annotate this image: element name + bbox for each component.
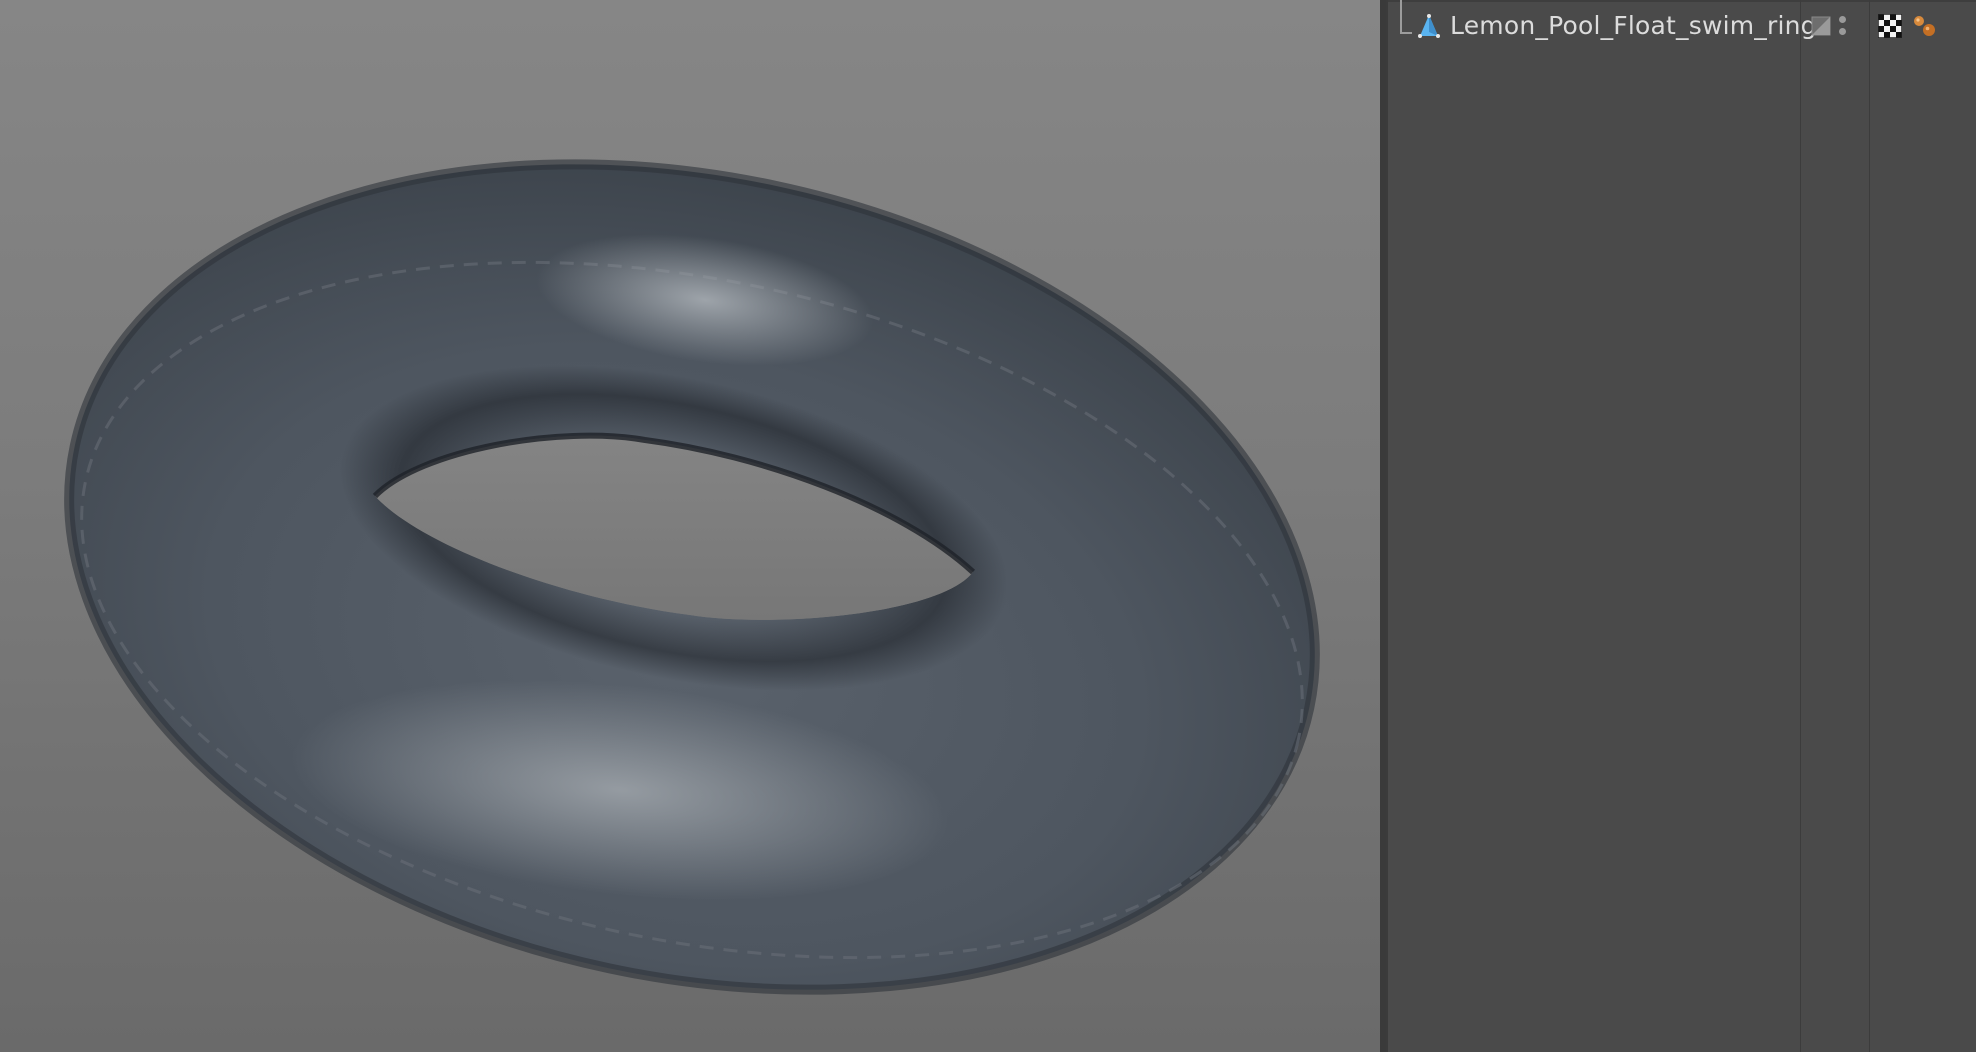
editor-visibility-dot[interactable] [1839, 16, 1846, 23]
object-manager-panel: Lemon_Pool_Float_swim_ring [1386, 0, 1976, 1052]
column-separator-layer[interactable] [1800, 0, 1801, 1052]
visibility-dots-icon[interactable] [1837, 14, 1847, 40]
checker-texture-tag-icon[interactable] [1878, 14, 1902, 38]
panel-left-border [1386, 0, 1388, 1052]
object-name-label[interactable]: Lemon_Pool_Float_swim_ring [1450, 12, 1817, 40]
torus-model[interactable] [0, 0, 1380, 1052]
column-separator-tags[interactable] [1869, 0, 1870, 1052]
render-visibility-dot[interactable] [1839, 28, 1846, 35]
3d-viewport[interactable] [0, 0, 1380, 1052]
panel-top-border [1386, 0, 1976, 2]
tree-branch-line [1400, 0, 1412, 34]
layer-icon[interactable] [1811, 16, 1831, 36]
polygon-object-icon [1418, 14, 1440, 38]
object-row-swim-ring[interactable]: Lemon_Pool_Float_swim_ring [1386, 0, 1976, 44]
material-tag-icon[interactable] [1912, 14, 1936, 38]
app-window: Lemon_Pool_Float_swim_ring [0, 0, 1976, 1052]
